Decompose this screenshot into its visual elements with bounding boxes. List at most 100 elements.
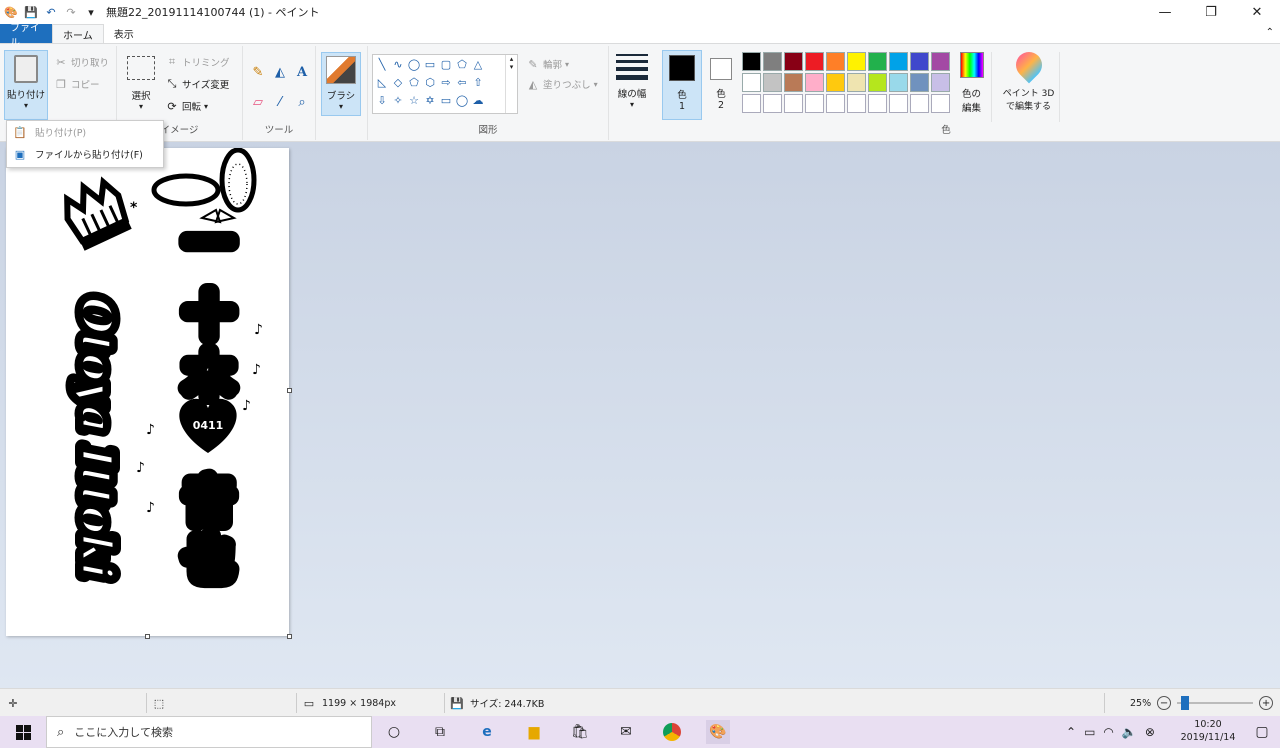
custom-color-slot[interactable] — [931, 94, 950, 113]
outline-button[interactable]: ✎ 輪郭 ▾ — [526, 54, 569, 74]
zoom-slider-thumb[interactable] — [1181, 696, 1190, 710]
right-triangle-shape-icon[interactable]: ◺ — [375, 75, 389, 89]
fill-button[interactable]: ◭ 塗りつぶし ▾ — [526, 74, 598, 94]
tab-file[interactable]: ファイル — [0, 23, 52, 49]
hexagon-shape-icon[interactable]: ⬡ — [423, 75, 437, 89]
file-explorer-icon[interactable]: ▆ — [522, 720, 546, 744]
palette-color-swatch[interactable] — [868, 52, 887, 71]
palette-color-swatch[interactable] — [742, 52, 761, 71]
palette-color-swatch[interactable] — [931, 73, 950, 92]
customize-qa-icon[interactable]: ▾ — [84, 5, 98, 19]
resize-handle-right[interactable] — [287, 388, 292, 393]
resize-handle-corner[interactable] — [287, 634, 292, 639]
volume-icon[interactable]: 🔈 — [1122, 725, 1137, 739]
custom-color-slot[interactable] — [826, 94, 845, 113]
triangle-shape-icon[interactable]: △ — [471, 57, 485, 71]
polygon-shape-icon[interactable]: ⬠ — [455, 57, 469, 71]
resize-button[interactable]: ⤡ サイズ変更 — [165, 74, 230, 94]
start-button[interactable] — [0, 716, 46, 748]
custom-color-slot[interactable] — [847, 94, 866, 113]
battery-icon[interactable]: ▭ — [1084, 725, 1095, 739]
left-arrow-shape-icon[interactable]: ⇦ — [455, 75, 469, 89]
pentagon-shape-icon[interactable]: ⬠ — [407, 75, 421, 89]
select-dropdown-icon[interactable]: ▾ — [139, 102, 143, 111]
pencil-icon[interactable]: ✎ — [248, 62, 268, 82]
palette-color-swatch[interactable] — [763, 52, 782, 71]
resize-handle-bottom[interactable] — [145, 634, 150, 639]
chrome-icon[interactable] — [660, 720, 684, 744]
palette-color-swatch[interactable] — [847, 52, 866, 71]
tab-view[interactable]: 表示 — [104, 24, 144, 43]
color2-button[interactable]: 色 2 — [704, 50, 738, 120]
four-point-star-icon[interactable]: ✧ — [391, 93, 405, 107]
menu-item-paste[interactable]: 📋 貼り付け(P) — [7, 121, 163, 143]
palette-color-swatch[interactable] — [868, 73, 887, 92]
palette-color-swatch[interactable] — [805, 73, 824, 92]
custom-color-slot[interactable] — [910, 94, 929, 113]
rect-callout-icon[interactable]: ▭ — [439, 93, 453, 107]
ribbon-collapse-icon[interactable]: ⌃ — [1266, 27, 1274, 38]
oval-callout-icon[interactable]: ◯ — [455, 93, 469, 107]
clock[interactable]: 10:20 2019/11/14 — [1178, 718, 1238, 744]
zoom-in-button[interactable]: + — [1259, 696, 1274, 710]
palette-color-swatch[interactable] — [889, 52, 908, 71]
text-tool-icon[interactable]: A — [292, 62, 312, 82]
cut-button[interactable]: ✂ 切り取り — [54, 52, 109, 72]
color1-button[interactable]: 色 1 — [662, 50, 702, 120]
palette-color-swatch[interactable] — [826, 52, 845, 71]
eraser-icon[interactable]: ▱ — [248, 92, 268, 112]
paint-app-icon[interactable]: 🎨 — [4, 5, 18, 19]
undo-icon[interactable]: ↶ — [44, 5, 58, 19]
crop-button[interactable]: ⌗ トリミング — [165, 52, 230, 72]
palette-color-swatch[interactable] — [784, 73, 803, 92]
fill-bucket-icon[interactable]: ◭ — [270, 62, 290, 82]
palette-color-swatch[interactable] — [910, 73, 929, 92]
line-shape-icon[interactable]: ╲ — [375, 57, 389, 71]
restore-button[interactable]: ❐ — [1188, 0, 1234, 24]
shapes-scroll-icon[interactable]: ▴ ▾ — [505, 55, 517, 113]
size-button[interactable]: 線の幅 ▾ — [611, 50, 653, 122]
copy-button[interactable]: ❐ コピー — [54, 74, 99, 94]
zoom-out-button[interactable]: − — [1157, 696, 1172, 710]
edge-browser-icon[interactable]: e — [475, 720, 499, 744]
custom-color-slot[interactable] — [763, 94, 782, 113]
color-picker-icon[interactable]: ⁄ — [270, 92, 290, 112]
palette-color-swatch[interactable] — [784, 52, 803, 71]
up-arrow-shape-icon[interactable]: ⇧ — [471, 75, 485, 89]
close-button[interactable]: ✕ — [1234, 0, 1280, 24]
palette-color-swatch[interactable] — [931, 52, 950, 71]
custom-color-slot[interactable] — [805, 94, 824, 113]
oval-shape-icon[interactable]: ◯ — [407, 57, 421, 71]
redo-icon[interactable]: ↷ — [64, 5, 78, 19]
custom-color-slot[interactable] — [868, 94, 887, 113]
network-status-icon[interactable]: ⊗ — [1145, 725, 1155, 739]
palette-color-swatch[interactable] — [763, 73, 782, 92]
palette-color-swatch[interactable] — [805, 52, 824, 71]
palette-color-swatch[interactable] — [742, 73, 761, 92]
palette-color-swatch[interactable] — [889, 73, 908, 92]
wifi-icon[interactable]: ◠ — [1103, 725, 1113, 739]
tray-overflow-icon[interactable]: ⌃ — [1066, 725, 1076, 739]
curve-shape-icon[interactable]: ∿ — [391, 57, 405, 71]
taskbar-search[interactable]: ⌕ ここに入力して検索 — [46, 716, 372, 748]
diamond-shape-icon[interactable]: ◇ — [391, 75, 405, 89]
edit-with-paint3d-button[interactable]: ペイント 3D で編集する — [998, 46, 1060, 122]
custom-color-slot[interactable] — [784, 94, 803, 113]
mail-icon[interactable]: ✉ — [614, 720, 638, 744]
brushes-button[interactable]: ブラシ ▾ — [321, 52, 361, 116]
down-arrow-shape-icon[interactable]: ⇩ — [375, 93, 389, 107]
store-icon[interactable]: 🛍 — [568, 720, 592, 744]
paste-button[interactable]: 貼り付け ▾ — [4, 50, 48, 120]
notifications-icon[interactable]: ▢ — [1250, 720, 1274, 744]
right-arrow-shape-icon[interactable]: ⇨ — [439, 75, 453, 89]
custom-color-slot[interactable] — [742, 94, 761, 113]
palette-color-swatch[interactable] — [826, 73, 845, 92]
five-point-star-icon[interactable]: ☆ — [407, 93, 421, 107]
edit-colors-button[interactable]: 色の 編集 — [952, 52, 992, 122]
canvas-area[interactable]: * 一 一 十 十 木 木 音 音 也 也 0411 ♪ ♪ ♪ ♪ ♪ ♪ O… — [0, 142, 1280, 688]
cloud-callout-icon[interactable]: ☁ — [471, 93, 485, 107]
cortana-icon[interactable]: ○ — [382, 720, 406, 744]
custom-color-slot[interactable] — [889, 94, 908, 113]
palette-color-swatch[interactable] — [910, 52, 929, 71]
palette-color-swatch[interactable] — [847, 73, 866, 92]
